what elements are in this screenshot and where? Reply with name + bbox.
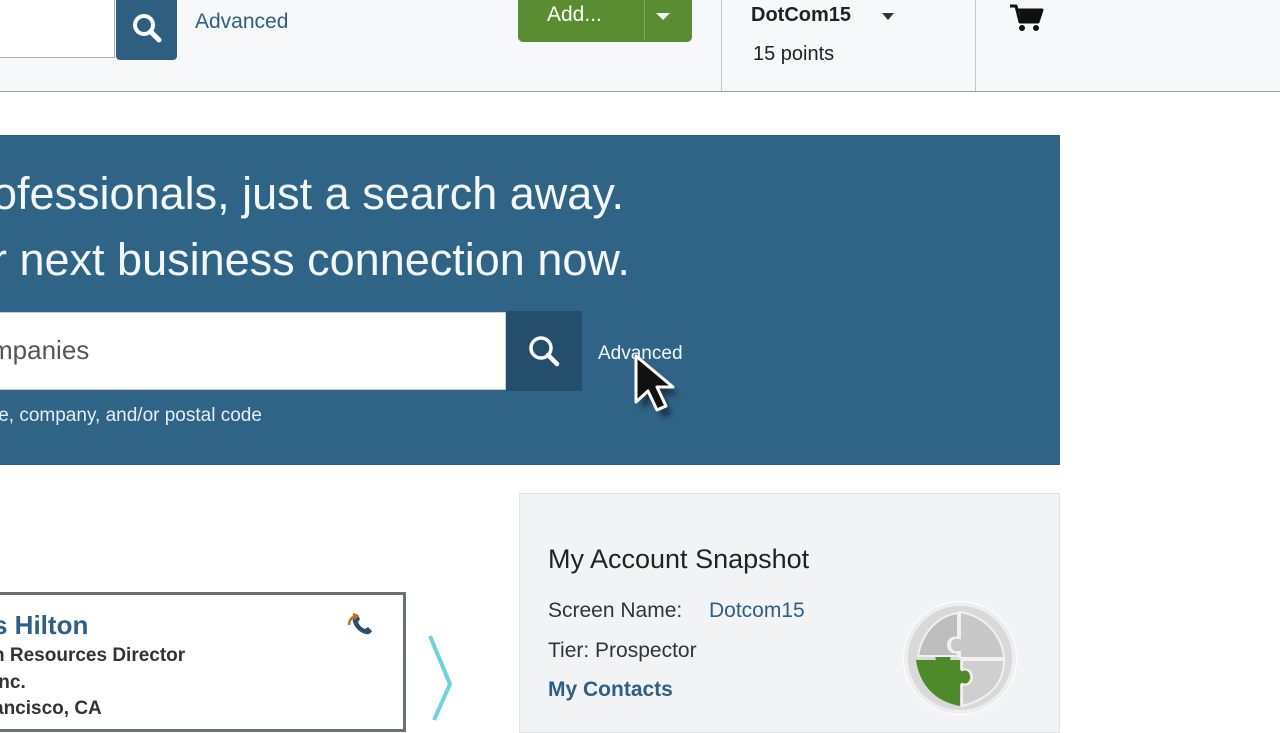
tier-label: Tier: Prospector [548, 639, 697, 662]
account-snapshot-panel: My Account Snapshot Screen Name: Dotcom1… [519, 493, 1060, 733]
add-button[interactable]: Add... [518, 0, 692, 42]
hero-banner: ofessionals, just a search away. r next … [0, 135, 1060, 465]
top-advanced-link[interactable]: Advanced [195, 10, 288, 34]
hero-search-value: mpanies [0, 335, 90, 365]
hero-heading-line1: ofessionals, just a search away. [0, 168, 624, 219]
contact-location: ancisco, CA [0, 698, 102, 719]
hero-search-button[interactable] [506, 311, 582, 391]
puzzle-icon [900, 598, 1020, 723]
account-name: DotCom15 [751, 4, 852, 26]
hero-search-hint: le, company, and/or postal code [0, 405, 262, 426]
my-contacts-link[interactable]: My Contacts [548, 678, 673, 702]
top-search-button[interactable] [116, 0, 177, 60]
contact-name[interactable]: s Hilton [0, 610, 88, 641]
add-button-label: Add... [547, 3, 602, 26]
add-button-divider [644, 0, 645, 40]
snapshot-title: My Account Snapshot [548, 544, 810, 574]
contact-company: Inc. [0, 672, 26, 693]
account-menu[interactable]: DotCom15 15 points [721, 0, 976, 91]
top-bar: Advanced Add... DotCom15 15 points [0, 0, 1280, 92]
cart-icon[interactable] [1009, 3, 1045, 38]
account-dropdown-icon[interactable] [882, 13, 894, 20]
phone-icon[interactable] [347, 611, 374, 642]
chevron-right-icon[interactable] [426, 632, 456, 727]
contact-card[interactable]: s Hilton n Resources Director Inc. ancis… [0, 592, 406, 732]
chevron-down-icon[interactable] [656, 13, 670, 20]
screen-name-value[interactable]: Dotcom15 [709, 599, 805, 623]
top-search-input[interactable] [0, 0, 115, 58]
search-icon [132, 14, 161, 43]
hero-heading-line2: r next business connection now. [0, 234, 630, 285]
screen-name-label: Screen Name: [548, 599, 683, 622]
search-icon [529, 336, 560, 367]
hero-search-input[interactable]: mpanies [0, 312, 506, 390]
mouse-cursor-icon [628, 350, 698, 427]
account-points: 15 points [753, 43, 835, 65]
contact-title: n Resources Director [0, 645, 186, 666]
